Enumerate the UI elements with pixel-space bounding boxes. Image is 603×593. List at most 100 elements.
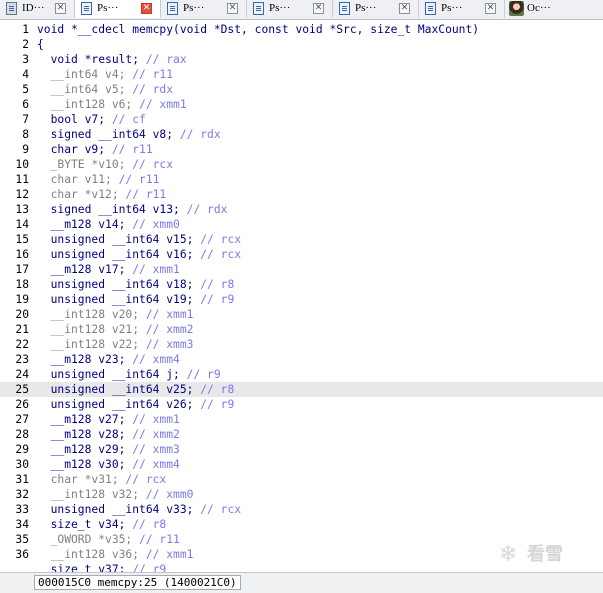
code-line[interactable]: 19 unsigned __int64 v19; // r9 — [0, 292, 603, 307]
line-number: 22 — [15, 338, 29, 351]
code-line[interactable]: 26 unsigned __int64 v26; // r9 — [0, 397, 603, 412]
code-text: _OWORD *v35; // r11 — [37, 532, 180, 547]
code-line[interactable]: 5 __int64 v5; // rdx — [0, 82, 603, 97]
code-text: char *v12; // r11 — [37, 187, 167, 202]
close-tab-icon[interactable]: ✕ — [55, 3, 66, 14]
code-line[interactable]: 32 __int128 v32; // xmm0 — [0, 487, 603, 502]
pseudocode-icon — [253, 2, 264, 15]
code-line[interactable]: 33 unsigned __int64 v33; // rcx — [0, 502, 603, 517]
register-comment: // xmm2 — [145, 323, 194, 336]
declaration: __m128 v28; — [37, 428, 133, 441]
code-text: __int128 v6; // xmm1 — [37, 97, 187, 112]
code-line[interactable]: 14 __m128 v14; // xmm0 — [0, 217, 603, 232]
code-line[interactable]: 30 __m128 v30; // xmm4 — [0, 457, 603, 472]
code-line[interactable]: 3 void *result; // rax — [0, 52, 603, 67]
code-text: _BYTE *v10; // rcx — [37, 157, 173, 172]
register-comment: // r9 — [132, 563, 167, 572]
declaration: signed __int64 v8; — [37, 128, 180, 141]
line-number: 2 — [22, 38, 29, 51]
code-line[interactable]: 15 unsigned __int64 v15; // rcx — [0, 232, 603, 247]
close-tab-icon[interactable]: ✕ — [313, 3, 324, 14]
tab-4[interactable]: Ps··· ✕ — [247, 0, 333, 18]
code-line[interactable]: 6 __int128 v6; // xmm1 — [0, 97, 603, 112]
pseudocode-editor[interactable]: 1 void *__cdecl memcpy(void *Dst, const v… — [0, 20, 603, 572]
tab-6[interactable]: Ps··· ✕ — [419, 0, 505, 18]
code-line[interactable]: 8 signed __int64 v8; // rdx — [0, 127, 603, 142]
code-line[interactable]: 13 signed __int64 v13; // rdx — [0, 202, 603, 217]
code-text: size_t v34; // r8 — [37, 517, 167, 532]
line-number: 19 — [15, 293, 29, 306]
code-line[interactable]: 29 __m128 v29; // xmm3 — [0, 442, 603, 457]
close-tab-icon[interactable]: ✕ — [141, 3, 152, 14]
line-number: 8 — [22, 128, 29, 141]
code-line[interactable]: 12 char *v12; // r11 — [0, 187, 603, 202]
code-line[interactable]: 18 unsigned __int64 v18; // r8 — [0, 277, 603, 292]
code-line[interactable]: 20 __int128 v20; // xmm1 — [0, 307, 603, 322]
register-comment: // rcx — [200, 503, 242, 516]
code-line[interactable]: 16 unsigned __int64 v16; // rcx — [0, 247, 603, 262]
line-number: 15 — [15, 233, 29, 246]
code-line[interactable]: 28 __m128 v28; // xmm2 — [0, 427, 603, 442]
code-line[interactable]: 23 __m128 v23; // xmm4 — [0, 352, 603, 367]
line-number: 1 — [22, 23, 29, 36]
code-text: __int128 v22; // xmm3 — [37, 337, 194, 352]
code-line[interactable]: 21 __int128 v21; // xmm2 — [0, 322, 603, 337]
code-line[interactable]: 11 char v11; // r11 — [0, 172, 603, 187]
code-line[interactable]: 34 size_t v34; // r8 — [0, 517, 603, 532]
register-comment: // rdx — [186, 203, 228, 216]
code-line[interactable]: 1 void *__cdecl memcpy(void *Dst, const v… — [0, 22, 603, 37]
register-comment: // xmm1 — [132, 263, 180, 276]
tab-3[interactable]: Ps··· ✕ — [161, 0, 247, 18]
line-number: 32 — [15, 488, 29, 501]
declaration: size_t v34; — [37, 518, 133, 531]
register-comment: // xmm0 — [132, 218, 180, 231]
line-number: 24 — [15, 368, 29, 381]
code-line[interactable]: 7 bool v7; // cf — [0, 112, 603, 127]
code-text: signed __int64 v8; // rdx — [37, 127, 221, 142]
register-comment: // rax — [145, 53, 187, 66]
code-line[interactable]: 10 _BYTE *v10; // rcx — [0, 157, 603, 172]
line-number: 25 — [15, 383, 29, 396]
declaration: __int128 v20; — [37, 308, 146, 321]
register-comment: // rdx — [132, 83, 174, 96]
code-text: unsigned __int64 v26; // r9 — [37, 397, 235, 412]
close-tab-icon[interactable]: ✕ — [227, 3, 238, 14]
code-text: __int128 v21; // xmm2 — [37, 322, 194, 337]
code-text: unsigned __int64 v18; // r8 — [37, 277, 235, 292]
declaration: __m128 v23; — [37, 353, 133, 366]
code-text: unsigned __int64 j; // r9 — [37, 367, 221, 382]
declaration: _OWORD *v35; — [37, 533, 140, 546]
tab-label: Oc··· — [527, 2, 551, 14]
code-line[interactable]: 17 __m128 v17; // xmm1 — [0, 262, 603, 277]
line-number: 16 — [15, 248, 29, 261]
line-number: 31 — [15, 473, 29, 486]
register-comment: // cf — [111, 113, 146, 126]
tab-7[interactable]: Oc··· — [505, 0, 565, 18]
line-number: 30 — [15, 458, 29, 471]
register-comment: // r9 — [200, 293, 235, 306]
line-number: 3 — [22, 53, 29, 66]
line-number: 14 — [15, 218, 29, 231]
code-line[interactable]: 31 char *v31; // rcx — [0, 472, 603, 487]
code-line[interactable]: 25 unsigned __int64 v25; // r8 — [0, 382, 603, 397]
code-line[interactable]: 22 __int128 v22; // xmm3 — [0, 337, 603, 352]
line-number: 9 — [22, 143, 29, 156]
code-text: __m128 v29; // xmm3 — [37, 442, 180, 457]
code-line[interactable]: 9 char v9; // r11 — [0, 142, 603, 157]
code-line[interactable]: 27 __m128 v27; // xmm1 — [0, 412, 603, 427]
close-tab-icon[interactable]: ✕ — [485, 3, 496, 14]
register-comment: // xmm3 — [145, 338, 194, 351]
close-tab-icon[interactable]: ✕ — [399, 3, 410, 14]
code-text: __m128 v14; // xmm0 — [37, 217, 180, 232]
tab-label: Ps··· — [441, 2, 463, 14]
tab-5[interactable]: Ps··· ✕ — [333, 0, 419, 18]
code-line[interactable]: 2{ — [0, 37, 603, 52]
code-line[interactable]: 24 unsigned __int64 j; // r9 — [0, 367, 603, 382]
declaration: unsigned __int64 v19; — [37, 293, 201, 306]
code-text: void *__cdecl memcpy(void *Dst, const vo… — [37, 22, 479, 37]
location-readout: 000015C0 memcpy:25 (1400021C0) — [34, 575, 241, 590]
tab-1[interactable]: ID··· ✕ — [0, 0, 75, 18]
tab-2[interactable]: Ps··· ✕ — [75, 0, 161, 18]
line-number: 10 — [15, 158, 29, 171]
code-line[interactable]: 4 __int64 v4; // r11 — [0, 67, 603, 82]
